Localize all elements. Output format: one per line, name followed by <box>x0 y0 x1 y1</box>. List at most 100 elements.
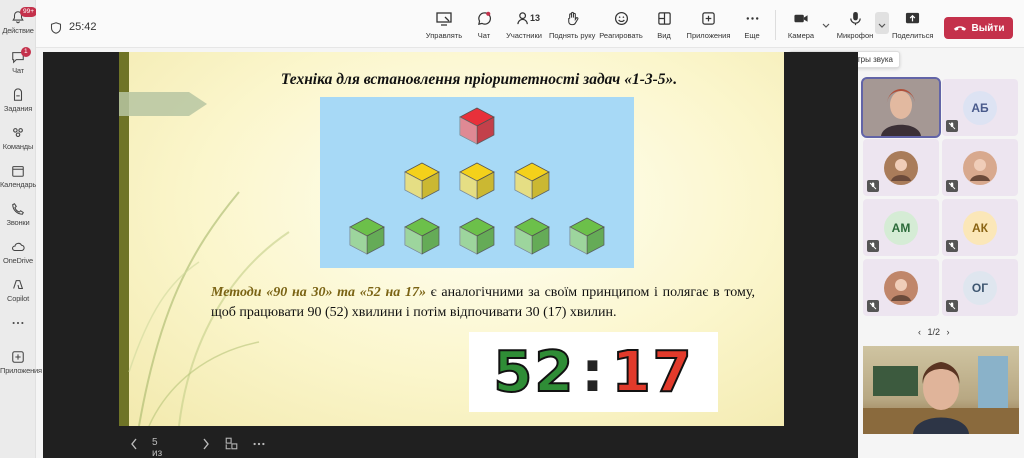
chat-button[interactable]: Чат <box>473 11 495 40</box>
more-button[interactable]: Еще <box>740 11 764 40</box>
hang-up-icon <box>953 26 966 31</box>
chevron-right-icon[interactable] <box>202 437 210 451</box>
slide-page-indicator: 5 из 13 <box>152 437 163 458</box>
chat-label: Чат <box>477 31 491 40</box>
slide-sorter-icon[interactable] <box>225 437 238 450</box>
rail-item-calendar[interactable]: Календарь <box>0 164 36 189</box>
react-button[interactable]: Реагировать <box>598 11 644 40</box>
participant-tile[interactable]: АМ <box>863 199 939 256</box>
rail-label: OneDrive <box>2 256 34 265</box>
share-screen-icon <box>905 12 919 24</box>
calendar-icon <box>12 166 24 177</box>
chevron-down-icon <box>878 23 886 28</box>
mic-off-icon <box>946 180 958 192</box>
rail-label: Задания <box>3 104 33 113</box>
slide-methods-text: Методи «90 на 30» та «52 на 17» є аналог… <box>211 283 755 323</box>
rail-item-more[interactable] <box>0 318 36 328</box>
mic-off-icon <box>867 180 879 192</box>
rail-item-copilot[interactable]: Copilot <box>0 278 36 303</box>
slide-more-icon[interactable] <box>252 437 266 451</box>
gallery-pager: ‹ 1/2 › <box>918 327 950 337</box>
people-button[interactable]: 13 Участники <box>504 11 544 40</box>
chevron-right-icon[interactable]: › <box>947 327 950 337</box>
share-control-label: Управлять <box>425 31 463 40</box>
mic-off-icon <box>946 300 958 312</box>
participants-gallery: ‹ 1/2 › АБ АМ АК ОГ <box>858 70 1024 458</box>
self-video-tile <box>863 346 1019 434</box>
toolbar-divider <box>775 10 776 40</box>
more-icon <box>746 17 758 20</box>
mic-button[interactable]: Микрофон <box>836 11 874 40</box>
rail-item-assignments[interactable]: Задания <box>0 88 36 113</box>
raise-hand-button[interactable]: Поднять руку <box>549 11 595 40</box>
leave-button[interactable]: Выйти <box>944 17 1013 39</box>
rail-item-calls[interactable]: Звонки <box>0 202 36 227</box>
rail-item-activity[interactable]: 99+ Действие <box>0 7 38 35</box>
mic-off-icon <box>946 120 958 132</box>
share-button[interactable]: Поделиться <box>892 11 934 40</box>
more-icon <box>12 321 24 325</box>
people-count: 13 <box>530 13 541 23</box>
clock-rest-minutes: 17 <box>611 339 694 406</box>
app-rail: 99+ Действие 1 Чат Задания Команды Кален… <box>0 0 42 458</box>
participant-tile[interactable]: ОГ <box>942 259 1018 316</box>
teams-meeting-window: 99+ Действие 1 Чат Задания Команды Кален… <box>0 0 1024 458</box>
gallery-page: 1/2 <box>927 327 941 337</box>
priority-cube <box>459 162 495 205</box>
chevron-left-icon[interactable]: ‹ <box>918 327 921 337</box>
participant-tile[interactable] <box>861 77 941 138</box>
priority-cube <box>349 217 385 260</box>
priority-cube <box>459 107 495 150</box>
mic-off-icon <box>867 240 879 252</box>
rail-item-onedrive[interactable]: OneDrive <box>0 240 36 265</box>
avatar: АК <box>963 210 997 245</box>
participant-tile[interactable] <box>863 259 939 316</box>
cube-pyramid <box>320 97 634 268</box>
add-apps-icon <box>12 351 24 363</box>
rail-label: Действие <box>2 26 34 35</box>
avatar: АМ <box>884 210 918 245</box>
classroom-background <box>863 356 1019 434</box>
chevron-left-icon[interactable] <box>130 437 138 451</box>
more-label: Еще <box>744 31 760 40</box>
participant-tile[interactable]: АК <box>942 199 1018 256</box>
react-label: Реагировать <box>599 31 643 40</box>
meeting-toolbar: 25:42 Управлять Чат 13 Участники Поднять… <box>36 0 1024 48</box>
work-rest-clock: 52 : 17 <box>469 332 718 412</box>
camera-label: Камера <box>787 31 815 40</box>
participant-tile[interactable]: АБ <box>942 79 1018 136</box>
priority-cube <box>404 162 440 205</box>
rail-item-teams[interactable]: Команды <box>0 126 36 151</box>
avatar <box>884 270 918 305</box>
share-label: Поделиться <box>892 31 934 40</box>
view-button[interactable]: Вид <box>652 11 676 40</box>
smiley-icon <box>614 11 628 26</box>
participant-tile[interactable] <box>863 139 939 196</box>
priority-cube <box>459 217 495 260</box>
screen-control-icon <box>436 12 452 26</box>
priority-cube <box>514 162 550 205</box>
avatar <box>963 150 997 185</box>
audio-settings-button[interactable] <box>875 12 889 34</box>
rail-label: Чат <box>12 66 24 75</box>
chat-badge: 1 <box>21 47 31 57</box>
view-grid-icon <box>657 12 671 25</box>
clock-work-minutes: 52 <box>492 339 576 406</box>
microphone-icon <box>849 11 861 26</box>
camera-button[interactable]: Камера <box>786 11 816 40</box>
rail-item-apps[interactable]: Приложения <box>0 350 42 375</box>
rail-label: Команды <box>2 142 34 151</box>
meeting-timer: 25:42 <box>69 21 97 33</box>
phone-icon <box>12 203 24 215</box>
shared-content-stage: Техніка для встановлення пріоритетності … <box>43 52 858 458</box>
camera-options-button[interactable] <box>819 12 833 34</box>
rail-item-chat[interactable]: 1 Чат <box>0 47 36 75</box>
apps-button[interactable]: Приложения <box>686 11 731 40</box>
mic-off-icon <box>867 300 879 312</box>
add-apps-icon <box>702 12 715 25</box>
activity-badge: 99+ <box>20 7 38 17</box>
participant-tile[interactable] <box>942 139 1018 196</box>
priority-cube <box>569 217 605 260</box>
leave-label: Выйти <box>971 22 1005 34</box>
share-control-button[interactable]: Управлять <box>424 11 464 40</box>
